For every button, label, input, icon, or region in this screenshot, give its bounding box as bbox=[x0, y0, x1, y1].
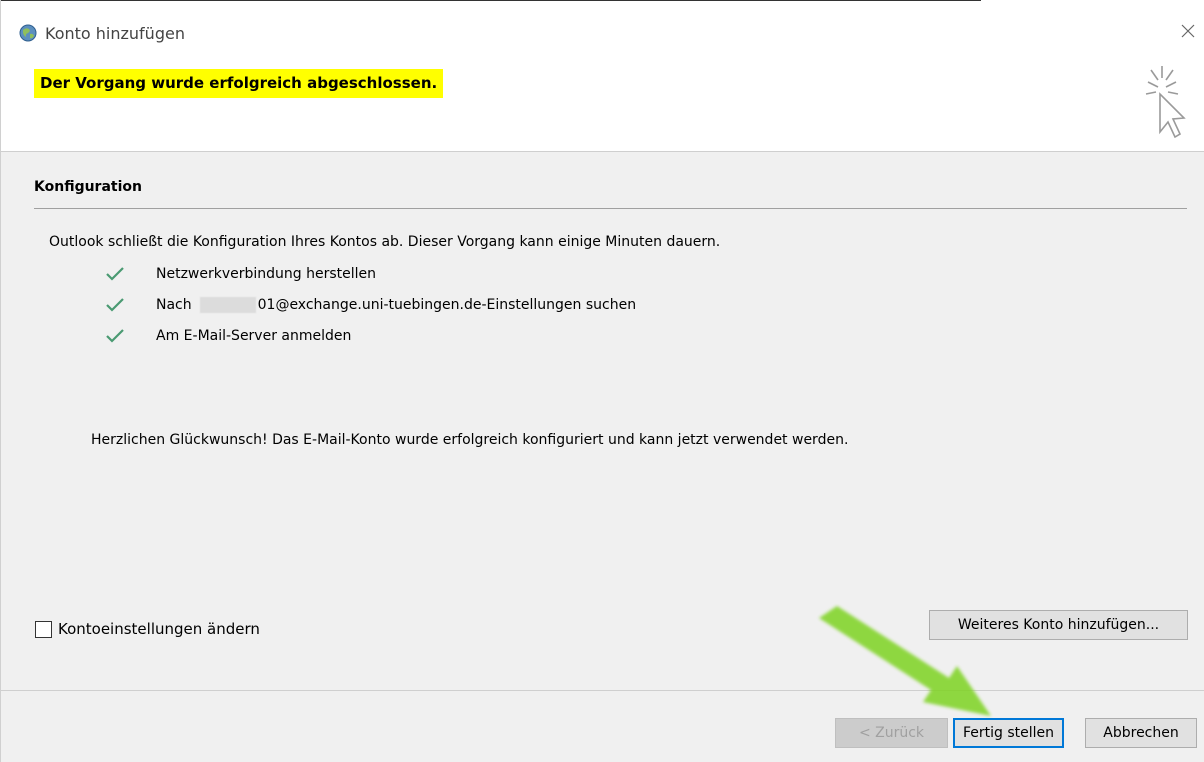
close-button[interactable] bbox=[1172, 14, 1204, 48]
status-message: Der Vorgang wurde erfolgreich abgeschlos… bbox=[34, 69, 444, 98]
step-search-settings: Nach 01@exchange.uni-tuebingen.de-Einste… bbox=[105, 294, 636, 316]
dialog-footer: < Zurück Fertig stellen Abbrechen bbox=[1, 691, 1204, 762]
close-icon bbox=[1181, 24, 1195, 38]
check-icon bbox=[106, 298, 124, 312]
change-settings-label: Kontoeinstellungen ändern bbox=[58, 620, 260, 638]
window-title: Konto hinzufügen bbox=[45, 24, 185, 43]
step-label: Am E-Mail-Server anmelden bbox=[156, 328, 352, 344]
outlook-globe-icon bbox=[19, 24, 37, 42]
click-cursor-icon bbox=[1145, 66, 1186, 138]
check-icon bbox=[106, 329, 124, 343]
step-server-login: Am E-Mail-Server anmelden bbox=[105, 325, 351, 347]
redacted-username bbox=[199, 297, 256, 313]
change-settings-option[interactable]: Kontoeinstellungen ändern bbox=[35, 620, 260, 638]
dialog-header: Der Vorgang wurde erfolgreich abgeschlos… bbox=[1, 50, 1204, 152]
dialog-body: Konfiguration Outlook schließt die Konfi… bbox=[1, 152, 1204, 690]
step-network: Netzwerkverbindung herstellen bbox=[105, 263, 376, 285]
step-label-prefix: Nach bbox=[156, 297, 192, 313]
check-icon bbox=[106, 267, 124, 281]
finish-button[interactable]: Fertig stellen bbox=[953, 718, 1064, 748]
congrats-message: Herzlichen Glückwunsch! Das E-Mail-Konto… bbox=[91, 432, 849, 448]
intro-text: Outlook schließt die Konfiguration Ihres… bbox=[49, 234, 721, 250]
step-label-suffix: 01@exchange.uni-tuebingen.de-Einstellung… bbox=[257, 297, 637, 313]
add-account-dialog: Konto hinzufügen Der Vorgang wurde erfol… bbox=[0, 0, 1204, 762]
cancel-button[interactable]: Abbrechen bbox=[1085, 718, 1197, 748]
step-label: Netzwerkverbindung herstellen bbox=[156, 266, 377, 282]
title-bar-edge bbox=[1, 0, 981, 1]
change-settings-checkbox[interactable] bbox=[35, 620, 52, 638]
add-another-account-button[interactable]: Weiteres Konto hinzufügen... bbox=[929, 610, 1188, 640]
section-title: Konfiguration bbox=[34, 179, 142, 195]
back-button[interactable]: < Zurück bbox=[835, 718, 948, 748]
section-divider bbox=[34, 208, 1187, 209]
